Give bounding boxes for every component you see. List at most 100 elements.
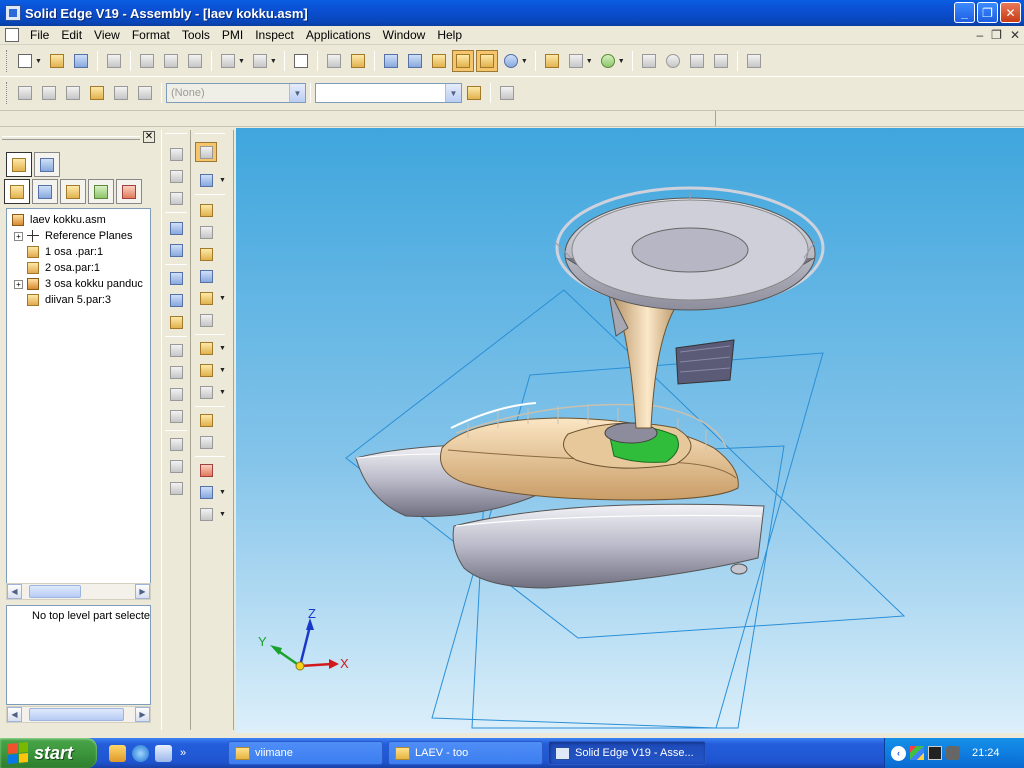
maximize-button[interactable]: ❐ xyxy=(977,2,998,23)
solid-edge-app-icon[interactable] xyxy=(5,5,21,21)
3d-viewport[interactable]: Z Y X xyxy=(236,128,1024,733)
tree-item-part-1[interactable]: 1 osa .par:1 xyxy=(27,244,103,260)
check-interference-button[interactable] xyxy=(197,340,215,356)
tree-item-subassembly[interactable]: + 3 osa kokku panduc xyxy=(14,276,143,292)
weld-bead-button[interactable] xyxy=(167,408,185,424)
explode-button[interactable] xyxy=(197,362,215,378)
layer-combo[interactable]: (None) ▼ xyxy=(166,83,306,103)
chamfer-button[interactable] xyxy=(167,314,185,330)
render-button[interactable] xyxy=(500,50,522,72)
quicklaunch-app-icon[interactable] xyxy=(109,744,126,762)
undo-button[interactable] xyxy=(217,50,239,72)
rotate-button[interactable] xyxy=(597,50,619,72)
display-config-button[interactable] xyxy=(197,384,215,400)
move-parts-button[interactable] xyxy=(197,290,215,306)
display-config-dropdown-arrow[interactable]: ▼ xyxy=(219,389,226,396)
right-hull[interactable] xyxy=(452,503,765,589)
dish-canopy[interactable] xyxy=(555,186,825,311)
scroll-left-button[interactable]: ◀ xyxy=(7,584,22,599)
close-button[interactable]: ✕ xyxy=(1000,2,1021,23)
tray-app-icon[interactable] xyxy=(910,746,924,760)
tree-horizontal-scrollbar[interactable]: ◀ ▶ xyxy=(6,583,151,600)
weld-button[interactable] xyxy=(167,386,185,402)
redo-dropdown-arrow[interactable]: ▼ xyxy=(270,58,277,65)
tray-monitor-icon[interactable] xyxy=(928,746,942,760)
style-combo[interactable]: ▼ xyxy=(315,83,462,103)
sketch-button[interactable] xyxy=(197,506,215,522)
assembly-feature-button[interactable] xyxy=(167,436,185,452)
open-button[interactable] xyxy=(46,50,68,72)
pattern-button[interactable] xyxy=(167,342,185,358)
select-tool-button[interactable] xyxy=(195,142,217,162)
task-button-laev-too[interactable]: LAEV - too xyxy=(388,741,543,765)
mirror-button[interactable] xyxy=(167,364,185,380)
assembly-tool-6-button[interactable] xyxy=(134,82,156,104)
sweep-button[interactable] xyxy=(167,190,185,206)
zoom-area-button[interactable] xyxy=(638,50,660,72)
select-tools-button[interactable] xyxy=(323,50,345,72)
protrusion-button[interactable] xyxy=(167,146,185,162)
menu-view[interactable]: View xyxy=(88,28,126,42)
info-horizontal-scrollbar[interactable]: ◀ ▶ xyxy=(6,706,151,723)
cutout-button[interactable] xyxy=(167,220,185,236)
plane-dropdown-arrow[interactable]: ▼ xyxy=(219,489,226,496)
tab-parts-library[interactable] xyxy=(32,179,58,204)
shaded-button[interactable] xyxy=(451,50,474,72)
assembly-tool-5-button[interactable] xyxy=(110,82,132,104)
insert-part-button[interactable] xyxy=(197,246,215,262)
pathfinder-close-button[interactable]: ✕ xyxy=(143,131,155,143)
pathfinder-grip[interactable] xyxy=(2,136,140,140)
revolve-button[interactable] xyxy=(167,168,185,184)
mdi-close-button[interactable]: ✕ xyxy=(1010,28,1020,42)
menu-format[interactable]: Format xyxy=(126,28,176,42)
task-button-solid-edge[interactable]: Solid Edge V19 - Asse... xyxy=(548,741,706,765)
toolbar-grip[interactable] xyxy=(195,133,225,134)
quicklaunch-more-button[interactable]: » xyxy=(180,747,186,759)
new-dropdown-arrow[interactable]: ▼ xyxy=(35,58,42,65)
pathfinder-header[interactable]: ✕ xyxy=(2,131,157,145)
zoom-button[interactable] xyxy=(662,50,684,72)
tab-assembly-configs[interactable] xyxy=(60,179,86,204)
menu-inspect[interactable]: Inspect xyxy=(249,28,300,42)
task-button-viimane[interactable]: viimane xyxy=(228,741,383,765)
scroll-right-button[interactable]: ▶ xyxy=(135,584,150,599)
layout-button[interactable] xyxy=(565,50,587,72)
interference-dropdown-arrow[interactable]: ▼ xyxy=(219,345,226,352)
shaded-edges-button[interactable] xyxy=(475,50,498,72)
deck[interactable] xyxy=(440,402,739,501)
move-parts-dropdown-arrow[interactable]: ▼ xyxy=(219,295,226,302)
layer-combo-arrow-icon[interactable]: ▼ xyxy=(289,84,305,102)
style-combo-arrow-icon[interactable]: ▼ xyxy=(445,84,461,102)
save-button[interactable] xyxy=(70,50,92,72)
assembly-tool-4-button[interactable] xyxy=(86,82,108,104)
assembly-tool-2-button[interactable] xyxy=(38,82,60,104)
view-iso-button[interactable] xyxy=(380,50,402,72)
view-front-button[interactable] xyxy=(404,50,426,72)
whats-this-button[interactable] xyxy=(743,50,765,72)
new-button[interactable] xyxy=(14,50,36,72)
tree-item-reference-planes[interactable]: + Reference Planes xyxy=(14,228,132,244)
undo-dropdown-arrow[interactable]: ▼ xyxy=(238,58,245,65)
redo-button[interactable] xyxy=(249,50,271,72)
tab-pathfinder[interactable] xyxy=(4,179,30,204)
align-button[interactable] xyxy=(197,224,215,240)
hole-button[interactable] xyxy=(167,270,185,286)
tab-layers[interactable] xyxy=(88,179,114,204)
thread-button[interactable] xyxy=(167,292,185,308)
plane-button[interactable] xyxy=(197,484,215,500)
pan-button[interactable] xyxy=(710,50,732,72)
replace-part-button[interactable] xyxy=(197,312,215,328)
properties-button[interactable] xyxy=(541,50,563,72)
assemble-dropdown-arrow[interactable]: ▼ xyxy=(219,177,226,184)
document-icon[interactable] xyxy=(5,28,19,42)
rotate-dropdown-arrow[interactable]: ▼ xyxy=(618,58,625,65)
menu-pmi[interactable]: PMI xyxy=(216,28,249,42)
menu-help[interactable]: Help xyxy=(431,28,468,42)
internet-explorer-icon[interactable] xyxy=(132,744,149,762)
title-bar[interactable]: Solid Edge V19 - Assembly - [laev kokku.… xyxy=(0,0,1024,26)
render-dropdown-arrow[interactable]: ▼ xyxy=(521,58,528,65)
expand-toggle[interactable]: + xyxy=(14,231,23,241)
mdi-minimize-button[interactable]: – xyxy=(976,28,983,42)
motion-button[interactable] xyxy=(167,480,185,496)
start-button[interactable]: start xyxy=(0,738,97,768)
